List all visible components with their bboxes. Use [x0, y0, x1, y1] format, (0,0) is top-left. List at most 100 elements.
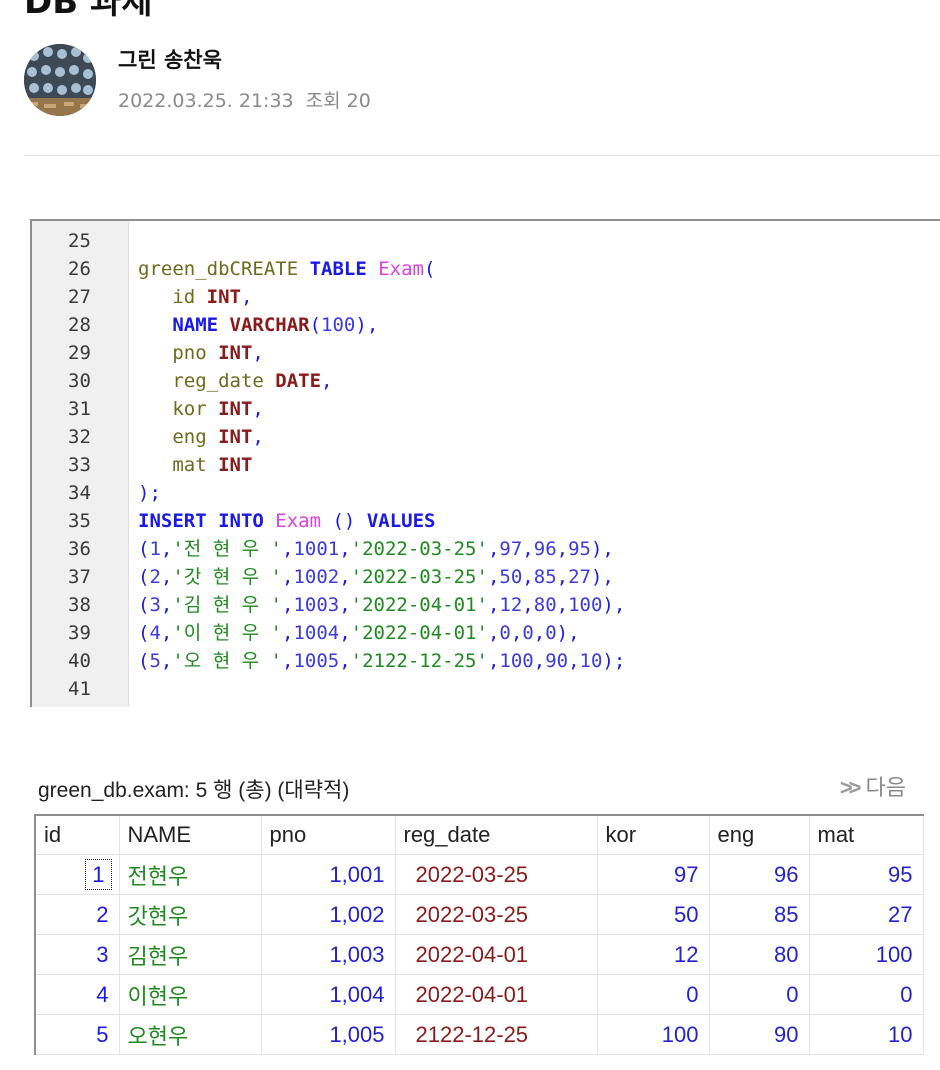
table-cell-mat[interactable]: 10 — [809, 1014, 924, 1055]
line-number: 34 — [68, 482, 91, 504]
table-cell-mat[interactable]: 95 — [809, 854, 924, 895]
code-token: ( — [138, 622, 150, 644]
table-row[interactable]: 5 오현우 1,005 2122-12-25 100 90 10 — [35, 1014, 924, 1055]
cell-value: 80 — [774, 941, 799, 967]
table-cell-name[interactable]: 갓현우 — [119, 894, 262, 935]
double-chevron-right-icon: >> — [839, 775, 862, 800]
table-cell-pno[interactable]: 1,003 — [261, 934, 396, 975]
column-header-pno[interactable]: pno — [261, 815, 396, 855]
next-page-button[interactable]: >> 다음 — [840, 770, 906, 802]
cell-value: 1,005 — [329, 1021, 385, 1047]
code-text: kor INT, — [138, 395, 264, 423]
table-cell-pno[interactable]: 1,002 — [261, 894, 396, 935]
table-cell-id[interactable]: 4 — [35, 974, 120, 1015]
code-token: , — [556, 594, 569, 616]
cell-value: 2 — [96, 901, 109, 927]
table-cell-mat[interactable]: 0 — [809, 974, 924, 1015]
table-cell-reg-date[interactable]: 2022-03-25 — [395, 894, 598, 935]
table-row[interactable]: 3 김현우 1,003 2022-04-01 12 80 100 — [35, 934, 924, 975]
post-title: DB 과제 — [24, 0, 153, 22]
column-header-mat[interactable]: mat — [809, 815, 924, 855]
cell-value: 5 — [96, 1021, 109, 1047]
cell-value: 10 — [888, 1021, 913, 1047]
table-cell-kor[interactable]: 12 — [597, 934, 710, 975]
cell-value: 27 — [888, 901, 913, 927]
table-cell-kor[interactable]: 100 — [597, 1014, 710, 1055]
code-token: ( — [138, 650, 150, 672]
table-cell-id[interactable]: 3 — [35, 934, 120, 975]
code-token: ( — [309, 314, 322, 336]
author-name[interactable]: 그린 송찬욱 — [118, 44, 222, 74]
table-cell-reg-date[interactable]: 2022-04-01 — [395, 974, 598, 1015]
table-row[interactable]: 1 전현우 1,001 2022-03-25 97 96 95 — [35, 854, 924, 895]
table-cell-mat[interactable]: 27 — [809, 894, 924, 935]
table-cell-kor[interactable]: 0 — [597, 974, 710, 1015]
table-cell-name[interactable]: 김현우 — [119, 934, 262, 975]
table-cell-name[interactable]: 전현우 — [119, 854, 262, 895]
table-cell-id[interactable]: 5 — [35, 1014, 120, 1055]
column-header-id[interactable]: id — [35, 815, 120, 855]
code-token: , — [160, 622, 173, 644]
code-token: , — [339, 622, 351, 644]
line-number: 38 — [68, 594, 91, 616]
code-text: (1,'전 현 우 ',1001,'2022-03-25',97,96,95), — [138, 535, 614, 563]
query-result-panel: green_db.exam: 5 행 (총) (대략적) >> 다음 id NAME… — [28, 764, 940, 1070]
table-row[interactable]: 4 이현우 1,004 2022-04-01 0 0 0 — [35, 974, 924, 1015]
code-text: mat INT — [138, 451, 252, 479]
code-token: ), — [602, 594, 626, 616]
table-cell-kor[interactable]: 50 — [597, 894, 710, 935]
code-token: , — [510, 622, 523, 644]
code-token: 1002 — [293, 566, 340, 588]
code-token: , — [487, 594, 500, 616]
table-cell-reg-date[interactable]: 2022-04-01 — [395, 934, 598, 975]
code-token: () — [332, 510, 367, 532]
table-cell-pno[interactable]: 1,001 — [261, 854, 396, 895]
code-token: 85 — [533, 566, 557, 588]
code-text: (2,'갓 현 우 ',1002,'2022-03-25',50,85,27), — [138, 563, 614, 591]
line-number: 28 — [68, 314, 91, 336]
cell-value: 이현우 — [127, 983, 189, 1009]
code-text: NAME VARCHAR(100), — [138, 311, 378, 339]
table-cell-pno[interactable]: 1,004 — [261, 974, 396, 1015]
result-grid: id NAME pno reg_date kor eng mat 1 전현우 1,001 2022… — [34, 814, 924, 1055]
code-token: 4 — [149, 622, 161, 644]
table-cell-eng[interactable]: 90 — [709, 1014, 810, 1055]
column-header-eng[interactable]: eng — [709, 815, 810, 855]
avatar[interactable] — [24, 44, 96, 116]
code-token: '2022-04-01' — [350, 622, 488, 644]
table-cell-pno[interactable]: 1,005 — [261, 1014, 396, 1055]
table-cell-eng[interactable]: 0 — [709, 974, 810, 1015]
table-cell-id[interactable]: 1 — [35, 854, 120, 895]
code-token: 90 — [545, 650, 569, 672]
code-token: ( — [424, 258, 436, 280]
table-cell-id[interactable]: 2 — [35, 894, 120, 935]
table-cell-eng[interactable]: 80 — [709, 934, 810, 975]
code-token: 1003 — [293, 594, 340, 616]
code-token: INT — [218, 398, 253, 420]
code-text: (3,'김 현 우 ',1003,'2022-04-01',12,80,100)… — [138, 591, 625, 619]
table-cell-name[interactable]: 오현우 — [119, 1014, 262, 1055]
table-cell-mat[interactable]: 100 — [809, 934, 924, 975]
cell-value: 2122-12-25 — [415, 1021, 529, 1047]
column-header-kor[interactable]: kor — [597, 815, 710, 855]
table-cell-eng[interactable]: 85 — [709, 894, 810, 935]
table-cell-reg-date[interactable]: 2022-03-25 — [395, 854, 598, 895]
cell-value: 96 — [774, 861, 799, 887]
header-divider — [24, 155, 940, 156]
table-cell-kor[interactable]: 97 — [597, 854, 710, 895]
table-cell-name[interactable]: 이현우 — [119, 974, 262, 1015]
code-token: NAME — [138, 314, 230, 336]
code-token: eng — [138, 426, 219, 448]
code-token: 0 — [545, 622, 557, 644]
table-cell-reg-date[interactable]: 2122-12-25 — [395, 1014, 598, 1055]
table-cell-eng[interactable]: 96 — [709, 854, 810, 895]
column-header-reg-date[interactable]: reg_date — [395, 815, 598, 855]
line-number: 37 — [68, 566, 91, 588]
code-token: INT — [206, 286, 241, 308]
post-meta: 2022.03.25. 21:33 조회 20 — [118, 86, 371, 113]
code-token: , — [522, 566, 534, 588]
code-token: , — [339, 538, 351, 560]
table-row[interactable]: 2 갓현우 1,002 2022-03-25 50 85 27 — [35, 894, 924, 935]
code-token: 100 — [499, 650, 534, 672]
column-header-name[interactable]: NAME — [119, 815, 262, 855]
